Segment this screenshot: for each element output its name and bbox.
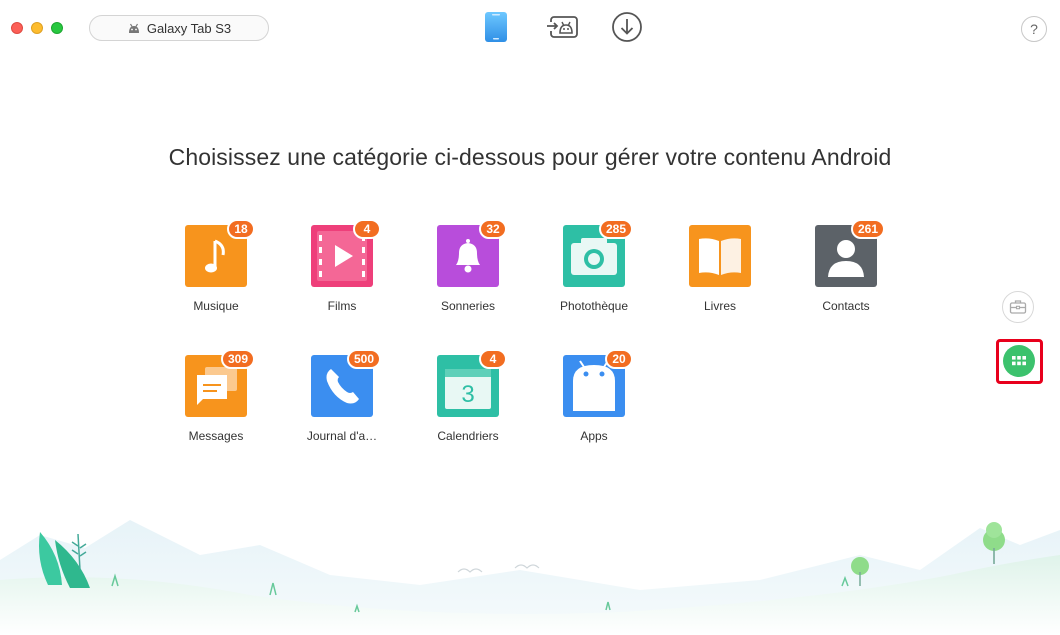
count-badge: 32 [479,219,507,239]
film-icon: 4 [311,219,381,287]
calendar-icon: 34 [437,349,507,417]
count-badge: 285 [598,219,633,239]
music-icon: 18 [185,219,255,287]
phone-call-icon: 500 [311,349,381,417]
help-button[interactable]: ? [1021,16,1047,42]
phone-manager-button[interactable] [479,10,513,44]
category-label: Journal d'a… [306,429,378,443]
apps-grid-icon [1012,356,1026,366]
toolbox-button[interactable] [1002,291,1034,323]
category-label: Musique [193,299,239,313]
svg-text:3: 3 [461,381,474,408]
count-badge: 309 [220,349,255,369]
category-message[interactable]: 309 Messages [161,349,271,443]
device-selector[interactable]: Galaxy Tab S3 [89,15,269,41]
toolbox-icon [1009,300,1027,314]
page-title: Choisissez une catégorie ci-dessous pour… [168,144,892,170]
category-film[interactable]: 4 Films [287,219,397,313]
book-icon [689,225,751,287]
category-label: Livres [703,299,736,313]
category-label: Sonneries [440,299,496,313]
category-contact[interactable]: 261 Contacts [791,219,901,313]
category-bell[interactable]: 32 Sonneries [413,219,523,313]
count-badge: 4 [353,219,381,239]
close-window-button[interactable] [11,22,23,34]
category-calendar[interactable]: 3 4 Calendriers [413,349,523,443]
count-badge: 261 [850,219,885,239]
category-label: Films [327,299,357,313]
camera-icon: 285 [563,219,633,287]
category-label: Contacts [822,299,870,313]
category-book[interactable]: Livres [665,225,775,313]
category-label: Apps [580,429,608,443]
category-label: Photothèque [559,299,629,313]
category-label: Messages [188,429,244,443]
category-phone-call[interactable]: 500 Journal d'a… [287,349,397,443]
category-music[interactable]: 18 Musique [161,219,271,313]
message-icon: 309 [185,349,255,417]
category-android-app[interactable]: 20 Apps [539,349,649,443]
count-badge: 18 [227,219,255,239]
download-button[interactable] [610,10,644,44]
count-badge: 4 [479,349,507,369]
title-bar: Galaxy Tab S3 ? [0,0,1060,58]
count-badge: 20 [605,349,633,369]
download-icon [612,12,642,42]
apps-grid-button[interactable] [1003,345,1035,377]
android-icon [128,23,139,33]
category-label: Calendriers [437,429,499,443]
android-app-icon: 20 [563,349,633,417]
device-name: Galaxy Tab S3 [146,20,232,36]
android-transfer-button[interactable] [545,10,579,44]
count-badge: 500 [346,349,381,369]
maximize-window-button[interactable] [51,22,63,34]
android-transfer-icon [547,16,578,38]
help-icon: ? [1030,21,1038,37]
landscape-illustration [0,520,1060,635]
contact-icon: 261 [815,219,885,287]
bell-icon: 32 [437,219,507,287]
minimize-window-button[interactable] [31,22,43,34]
category-camera[interactable]: 285 Photothèque [539,219,649,313]
phone-manager-icon [485,12,507,42]
